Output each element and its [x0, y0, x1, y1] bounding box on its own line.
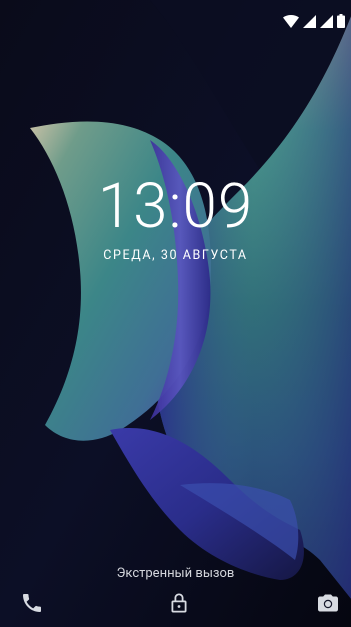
- status-bar: [0, 0, 351, 42]
- phone-icon[interactable]: [20, 591, 44, 615]
- emergency-call-button[interactable]: Экстренный вызов: [0, 566, 351, 582]
- wifi-icon: [283, 15, 299, 28]
- lock-icon: [171, 593, 187, 613]
- signal-icon: [303, 15, 316, 28]
- lock-screen: 13:09 СРЕДА, 30 АВГУСТА Экстренный вызов: [0, 0, 351, 627]
- battery-icon: [337, 14, 345, 28]
- wallpaper: [0, 0, 351, 627]
- camera-icon[interactable]: [316, 591, 340, 615]
- clock: 13:09: [97, 170, 254, 243]
- signal-icon: [320, 15, 333, 28]
- date: СРЕДА, 30 АВГУСТА: [103, 248, 248, 263]
